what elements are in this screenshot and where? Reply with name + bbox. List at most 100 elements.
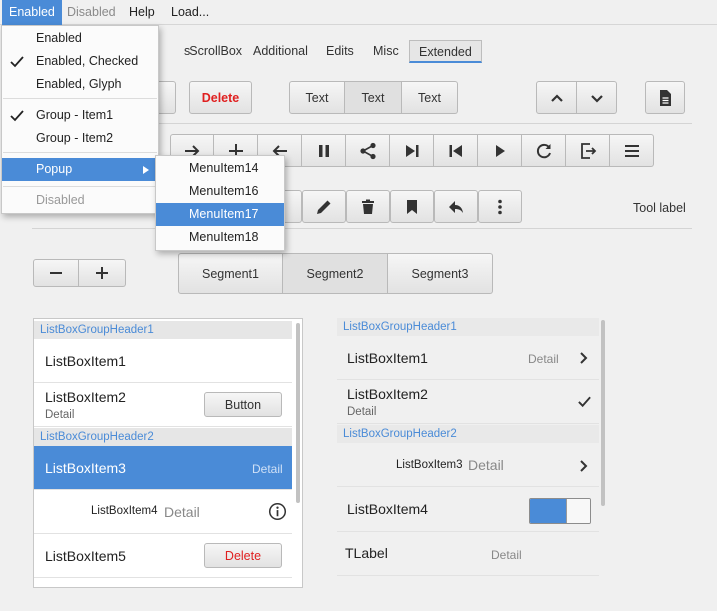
listbox-left[interactable]: ListBoxGroupHeader1 ListBoxItem1 ListBox… <box>33 318 303 588</box>
text-segment-1[interactable]: Text <box>289 81 345 114</box>
menu-item-menuitem18[interactable]: MenuItem18 <box>156 226 284 249</box>
skip-previous-icon <box>449 144 462 157</box>
edit-button[interactable] <box>302 190 346 223</box>
list-item-detail: Detail <box>45 409 75 421</box>
menu-item-enabled-checked[interactable]: Enabled, Checked <box>2 50 158 73</box>
menu-disabled[interactable]: Disabled <box>60 0 123 25</box>
scrollbar[interactable] <box>296 323 300 503</box>
more-vertical-icon <box>498 199 502 214</box>
document-button[interactable] <box>645 81 685 114</box>
list-item[interactable]: ListBoxItem1 <box>34 339 292 383</box>
text-segment-3[interactable]: Text <box>402 81 458 114</box>
refresh-icon <box>536 143 551 158</box>
list-item-title: ListBoxItem1 <box>347 350 428 366</box>
delete-button[interactable]: Delete <box>189 81 252 114</box>
group-header: ListBoxGroupHeader2 <box>34 428 292 446</box>
info-icon[interactable] <box>268 502 287 521</box>
toggle-on-fill <box>530 499 566 523</box>
segment-1[interactable]: Segment1 <box>178 253 283 294</box>
checkmark-icon <box>10 110 24 122</box>
down-button[interactable] <box>577 81 617 114</box>
popup-submenu: MenuItem14 MenuItem16 MenuItem17 MenuIte… <box>155 155 285 251</box>
document-icon <box>660 89 671 106</box>
checkmark-icon <box>10 56 24 68</box>
more-vertical-button[interactable] <box>478 190 522 223</box>
minus-icon <box>50 272 62 274</box>
group-header: ListBoxGroupHeader1 <box>34 321 292 339</box>
divider <box>32 228 692 229</box>
hamburger-menu-button[interactable] <box>610 134 654 167</box>
list-item-selected[interactable]: ListBoxItem3 Detail <box>34 446 292 490</box>
list-item-title: ListBoxItem4 <box>91 505 158 517</box>
checkmark-icon <box>578 396 591 408</box>
tool-label: Tool label <box>633 201 686 215</box>
submenu-arrow-icon <box>143 166 149 174</box>
list-item-button[interactable]: Button <box>204 392 282 417</box>
list-item[interactable]: ListBoxItem3 Detail <box>337 443 599 487</box>
segment-3[interactable]: Segment3 <box>388 253 493 294</box>
tab-edits[interactable]: Edits <box>317 40 363 63</box>
menu-item-label: Enabled, Checked <box>36 54 139 68</box>
text-segment-2[interactable]: Text <box>345 81 402 114</box>
chevron-up-icon <box>550 93 563 102</box>
label-detail: Detail <box>491 548 522 562</box>
trash-button[interactable] <box>346 190 390 223</box>
reply-icon <box>449 200 463 213</box>
list-item[interactable]: ListBoxItem2 Detail Button <box>34 383 292 427</box>
menu-item-disabled: Disabled <box>36 193 85 207</box>
menu-item-enabled-glyph[interactable]: Enabled, Glyph <box>2 73 158 96</box>
chevron-right-icon <box>580 352 588 364</box>
list-item[interactable]: ListBoxItem4 Detail <box>34 490 292 534</box>
toggle-switch[interactable] <box>529 498 591 524</box>
play-button[interactable] <box>478 134 522 167</box>
menu-item-group-item1[interactable]: Group - Item1 <box>2 104 158 127</box>
listbox-right[interactable]: ListBoxGroupHeader1 ListBoxItem1 Detail … <box>337 318 605 580</box>
list-item-detail: Detail <box>347 406 377 418</box>
menu-bar: Enabled Disabled Help Load... <box>0 0 717 25</box>
share-button[interactable] <box>346 134 390 167</box>
decrement-button[interactable] <box>33 259 79 287</box>
tab-extended[interactable]: Extended <box>409 40 482 63</box>
tab-scrollbox[interactable]: sScrollBox <box>174 40 251 63</box>
list-item-detail: Detail <box>528 352 559 366</box>
list-item-title: ListBoxItem3 <box>396 459 463 471</box>
exit-button[interactable] <box>566 134 610 167</box>
list-item: TLabel Detail <box>337 532 599 576</box>
enabled-menu: Enabled Enabled, Checked Enabled, Glyph … <box>1 25 159 214</box>
menu-item-menuitem14[interactable]: MenuItem14 <box>156 157 284 180</box>
menu-separator <box>3 152 157 153</box>
group-header: ListBoxGroupHeader1 <box>337 318 599 336</box>
tab-misc[interactable]: Misc <box>364 40 408 63</box>
list-item-title: ListBoxItem2 <box>347 386 428 402</box>
list-item[interactable]: ListBoxItem1 Detail <box>337 336 599 380</box>
toggle-knob <box>566 499 590 523</box>
menu-separator <box>3 186 157 187</box>
reply-button[interactable] <box>434 190 478 223</box>
menu-item-group-item2[interactable]: Group - Item2 <box>2 127 158 150</box>
pause-button[interactable] <box>302 134 346 167</box>
menu-item-popup[interactable]: Popup <box>2 158 158 181</box>
menu-item-menuitem16[interactable]: MenuItem16 <box>156 180 284 203</box>
increment-button[interactable] <box>79 259 126 287</box>
list-item-delete-button[interactable]: Delete <box>204 543 282 568</box>
tab-additional[interactable]: Additional <box>244 40 317 63</box>
skip-previous-button[interactable] <box>434 134 478 167</box>
scrollbar[interactable] <box>601 320 605 506</box>
up-button[interactable] <box>536 81 577 114</box>
refresh-button[interactable] <box>522 134 566 167</box>
menu-enabled[interactable]: Enabled <box>2 0 62 25</box>
list-item[interactable]: ListBoxItem5 Delete <box>34 534 292 578</box>
menu-load[interactable]: Load... <box>164 0 216 25</box>
group-header: ListBoxGroupHeader2 <box>337 425 599 443</box>
menu-item-menuitem17[interactable]: MenuItem17 <box>156 203 284 226</box>
segment-2[interactable]: Segment2 <box>283 253 388 294</box>
pencil-icon <box>317 200 331 214</box>
list-item-detail: Detail <box>252 462 283 476</box>
bookmark-button[interactable] <box>390 190 434 223</box>
bookmark-icon <box>407 199 417 214</box>
menu-item-enabled[interactable]: Enabled <box>2 27 158 50</box>
trash-icon <box>362 199 374 214</box>
list-item[interactable]: ListBoxItem2 Detail <box>337 380 599 424</box>
menu-help[interactable]: Help <box>122 0 162 25</box>
skip-next-button[interactable] <box>390 134 434 167</box>
